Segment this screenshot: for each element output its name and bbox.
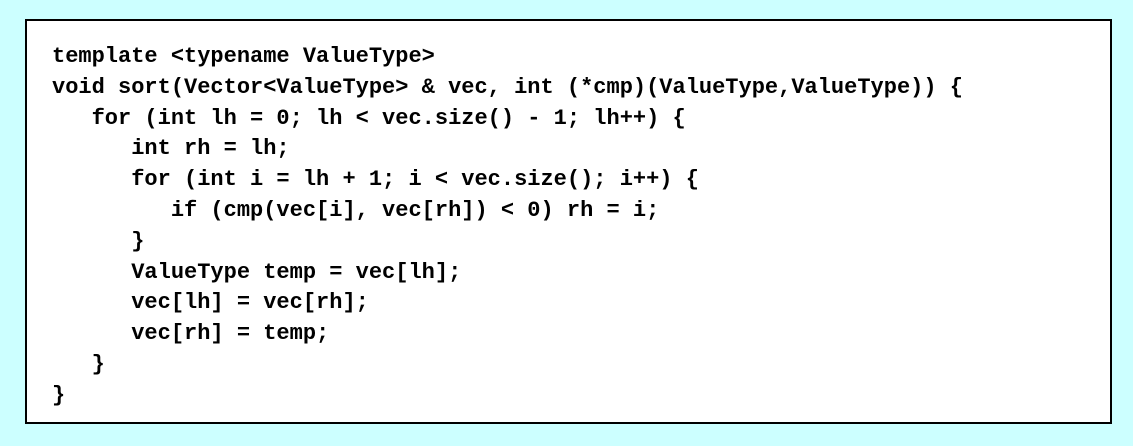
code-line-10: vec[rh] = temp; xyxy=(52,321,330,347)
code-line-4: int rh = lh; xyxy=(52,136,290,162)
code-line-6: if (cmp(vec[i], vec[rh]) < 0) rh = i; xyxy=(52,197,660,223)
code-listing: template <typename ValueType> void sort(… xyxy=(52,42,963,412)
code-line-2: void sort(Vector<ValueType> & vec, int (… xyxy=(52,74,963,100)
code-line-11: } xyxy=(52,351,105,377)
code-line-8: ValueType temp = vec[lh]; xyxy=(52,259,462,285)
code-line-9: vec[lh] = vec[rh]; xyxy=(52,290,369,316)
code-line-7: } xyxy=(52,228,145,254)
code-listing-box: template <typename ValueType> void sort(… xyxy=(25,19,1112,424)
code-line-1: template <typename ValueType> xyxy=(52,44,435,69)
code-line-3: for (int lh = 0; lh < vec.size() - 1; lh… xyxy=(52,105,686,131)
code-line-12: } xyxy=(52,382,66,408)
code-line-5: for (int i = lh + 1; i < vec.size(); i++… xyxy=(52,167,699,193)
